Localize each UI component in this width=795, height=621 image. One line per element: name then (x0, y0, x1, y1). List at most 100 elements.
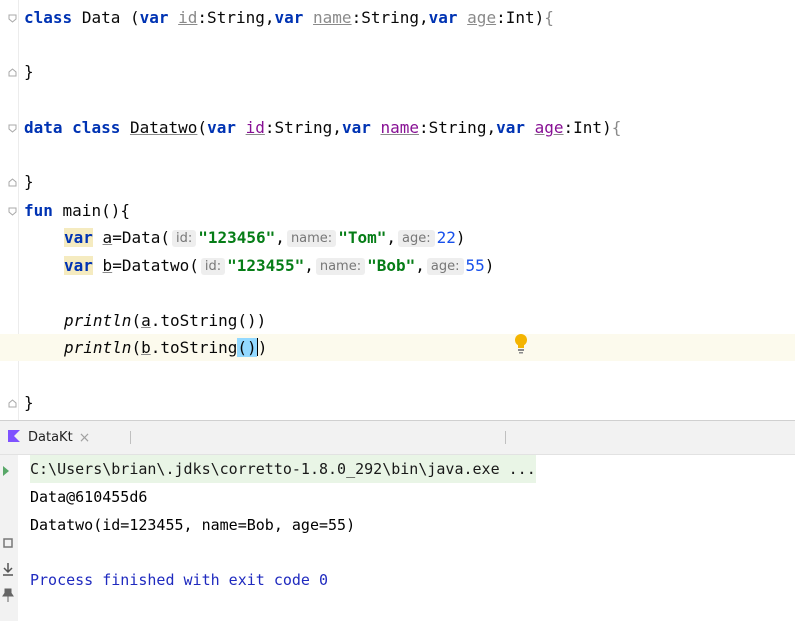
download-icon[interactable] (0, 561, 16, 577)
class-name: Datatwo (129, 118, 198, 137)
code-line-10[interactable]: var b=Datatwo(id: "123455", name: "Bob", age… (0, 252, 795, 279)
rerun-icon[interactable] (0, 463, 16, 479)
code-line-8[interactable]: fun main(){ (0, 197, 795, 224)
inlay-hint: name: (286, 230, 337, 247)
brace: } (24, 62, 34, 81)
tab-divider (505, 431, 506, 444)
keyword: var (428, 8, 458, 27)
punct: ( (120, 8, 140, 27)
string-literal: "123455" (227, 256, 305, 275)
string-literal: "Bob" (367, 256, 416, 275)
punct: ) (257, 338, 268, 357)
tab-divider (130, 431, 131, 444)
type: :Int) (563, 118, 612, 137)
matched-parens: () (237, 338, 257, 357)
type: :String, (264, 118, 342, 137)
keyword: class (24, 8, 73, 27)
method-call: .toString()) (150, 311, 267, 330)
param-name: name (313, 8, 352, 27)
code-line-13-current[interactable]: println(b.toString()) (0, 334, 795, 361)
class-name: Data (81, 8, 121, 27)
kotlin-run-icon (6, 428, 22, 448)
brace: } (24, 393, 34, 412)
punct: , (275, 228, 285, 247)
stop-icon[interactable] (0, 535, 16, 551)
pin-icon[interactable] (0, 587, 16, 603)
console-output-line: Data@610455d6 (30, 488, 148, 506)
punct: , (386, 228, 396, 247)
run-tab-datakt[interactable]: DataKt × (0, 421, 96, 454)
punct: ( (131, 311, 142, 330)
run-tab-label: DataKt (28, 430, 73, 445)
fold-icon[interactable] (8, 207, 17, 216)
type: :String, (197, 8, 275, 27)
brace: } (24, 172, 34, 191)
run-tool-window: DataKt × C:\Users\brian\.jdks\corretto-1… (0, 420, 795, 621)
param-name: age (467, 8, 497, 27)
punct: ( (197, 118, 208, 137)
string-literal: "123456" (198, 228, 276, 247)
code-line-12[interactable]: println(a.toString()) (0, 307, 795, 334)
type: :String, (419, 118, 497, 137)
number-literal: 55 (465, 256, 485, 275)
keyword: var (341, 118, 371, 137)
keyword: var (207, 118, 236, 137)
function-call: println (64, 311, 132, 330)
inlay-hint: name: (315, 258, 366, 275)
run-tab-bar: DataKt × (0, 421, 795, 455)
code-line-9[interactable]: var a=Data(id: "123456", name: "Tom", age: 22… (0, 224, 795, 251)
lightbulb-icon[interactable] (514, 333, 528, 355)
console-command-line: C:\Users\brian\.jdks\corretto-1.8.0_292\… (30, 455, 536, 483)
close-icon[interactable]: × (79, 430, 91, 446)
code-line-1[interactable]: class Data (var id:String,var name:Strin… (0, 4, 795, 31)
number-literal: 22 (436, 228, 456, 247)
fold-icon[interactable] (8, 124, 17, 133)
punct: ) (484, 256, 495, 275)
method-call: .toString (150, 338, 238, 357)
keyword: var (274, 8, 304, 27)
inlay-hint: age: (426, 258, 464, 275)
keyword: var (64, 228, 93, 247)
fold-icon[interactable] (8, 14, 17, 23)
keyword: var (139, 8, 169, 27)
param-name: id (245, 118, 265, 137)
param-name: id (178, 8, 198, 27)
inlay-hint: age: (398, 230, 435, 247)
punct: , (304, 256, 314, 275)
brace: { (544, 8, 554, 27)
punct: ( (131, 338, 142, 357)
code-line-5[interactable]: data class Datatwo(var id:String,var nam… (0, 114, 795, 141)
console-exit-line: Process finished with exit code 0 (30, 571, 329, 589)
inlay-hint: id: (171, 230, 197, 247)
punct: ) (455, 228, 466, 247)
function-signature: main(){ (52, 201, 130, 220)
fold-icon[interactable] (8, 68, 17, 77)
keyword: var (64, 256, 93, 275)
console-output-line: Datatwo(id=123455, name=Bob, age=55) (30, 516, 356, 534)
call: =Data( (112, 228, 170, 247)
keyword: fun (24, 201, 53, 220)
call: =Datatwo( (112, 256, 199, 275)
code-editor[interactable]: class Data (var id:String,var name:Strin… (0, 0, 795, 420)
variable: b (102, 256, 113, 275)
code-line-7[interactable]: } (0, 168, 795, 195)
keyword: var (496, 118, 525, 137)
type: :Int) (496, 8, 545, 27)
variable: b (141, 338, 151, 357)
run-toolbar (0, 455, 18, 621)
keyword: class (72, 118, 121, 137)
variable: a (102, 228, 113, 247)
param-name: age (534, 118, 564, 137)
function-call: println (64, 338, 132, 357)
code-line-3[interactable]: } (0, 58, 795, 85)
punct: , (415, 256, 425, 275)
type: :String, (351, 8, 429, 27)
param-name: name (380, 118, 420, 137)
string-literal: "Tom" (338, 228, 387, 247)
code-line-15[interactable]: } (0, 389, 795, 416)
fold-icon[interactable] (8, 178, 17, 187)
keyword: data (24, 118, 63, 137)
variable: a (141, 311, 151, 330)
brace: { (611, 118, 622, 137)
fold-icon[interactable] (8, 399, 17, 408)
